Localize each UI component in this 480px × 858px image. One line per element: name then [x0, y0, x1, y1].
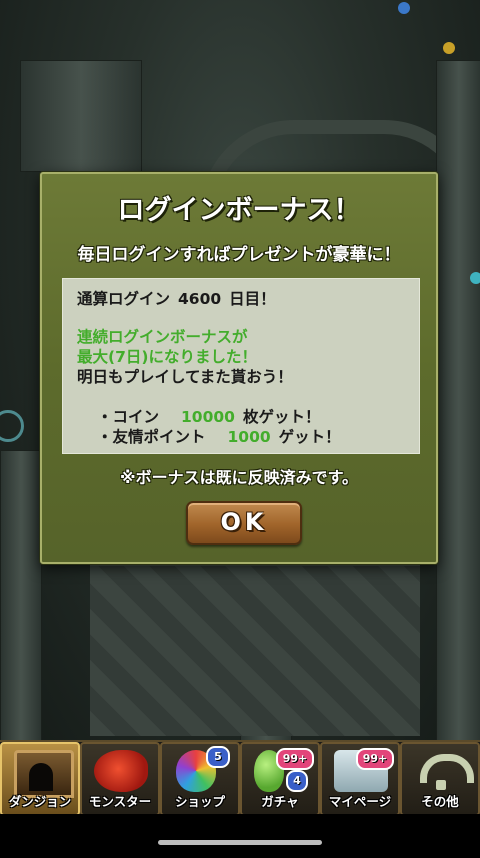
total-login-days: 4600 [178, 290, 222, 308]
nav-label-monster: モンスター [88, 794, 152, 809]
red-dragon-icon [94, 750, 148, 792]
mypage-badge: 99+ [356, 748, 394, 770]
nav-item-dungeon[interactable]: ダンジョン [0, 742, 80, 816]
reward-coin-suffix: 枚ゲット！ [242, 408, 321, 426]
ok-button[interactable]: OK [186, 501, 302, 545]
nav-label-gacha: ガチャ [261, 794, 299, 809]
reward-coin-label: ・コイン [97, 408, 160, 426]
shop-badge: 5 [206, 746, 230, 768]
reward-coin-line: ・コイン 10000 枚ゲット！ [77, 407, 405, 427]
system-navigation-bar [0, 814, 480, 858]
yellow-gem-icon [443, 42, 455, 54]
gacha-badge: 99+ [276, 748, 314, 770]
bonus-message-box: 通算ログイン 4600 日目！ 連続ログインボーナスが 最大(7日)になりました！ … [62, 278, 420, 454]
total-login-suffix: 日目！ [229, 290, 276, 308]
nav-item-other[interactable]: その他 [400, 742, 480, 816]
dialog-title: ログインボーナス！ [117, 195, 361, 226]
total-login-prefix: 通算ログイン [77, 290, 171, 308]
stone-pillar-left [0, 450, 42, 742]
gacha-badge-secondary: 4 [286, 770, 308, 792]
streak-line-1: 連続ログインボーナスが [77, 328, 248, 346]
question-mark-icon [414, 750, 474, 792]
tomorrow-line: 明日もプレイしてまた貰おう！ [77, 368, 293, 386]
stone-wall-left [20, 60, 142, 172]
reward-friend-label: ・友情ポイント [97, 428, 206, 446]
nav-item-gacha[interactable]: 99+ 4 ガチャ [240, 742, 320, 816]
total-login-line: 通算ログイン 4600 日目！ [77, 289, 405, 309]
nav-item-mypage[interactable]: 99+ マイページ [320, 742, 400, 816]
stone-pillar-right [436, 60, 480, 742]
reward-friend-line: ・友情ポイント 1000 ゲット！ [77, 427, 405, 447]
reward-friend-suffix: ゲット！ [278, 428, 341, 446]
nav-item-monster[interactable]: モンスター [80, 742, 160, 816]
reflected-note: ※ボーナスは既に反映済みです。 [120, 468, 358, 487]
ring-orb-icon [0, 410, 24, 442]
nav-label-dungeon: ダンジョン [8, 794, 72, 809]
nav-item-shop[interactable]: 5 ショップ [160, 742, 240, 816]
reward-coin-value: 10000 [181, 408, 235, 426]
teal-gem-icon [470, 272, 480, 284]
bottom-nav: ダンジョン モンスター 5 ショップ 99+ 4 ガチャ 99+ マイページ そ… [0, 740, 480, 816]
blue-gem-icon [398, 2, 410, 14]
reward-friend-value: 1000 [227, 428, 271, 446]
streak-line-2: 最大(7日)になりました！ [77, 348, 257, 366]
nav-label-mypage: マイページ [328, 794, 392, 809]
nav-label-shop: ショップ [174, 794, 225, 809]
cobblestone-floor [90, 560, 420, 736]
home-gesture-pill[interactable] [158, 840, 322, 845]
dialog-subtitle: 毎日ログインすればプレゼントが豪華に！ [77, 245, 401, 265]
nav-label-other: その他 [421, 794, 459, 809]
login-bonus-dialog: ログインボーナス！ 毎日ログインすればプレゼントが豪華に！ 通算ログイン 4600… [40, 172, 438, 564]
